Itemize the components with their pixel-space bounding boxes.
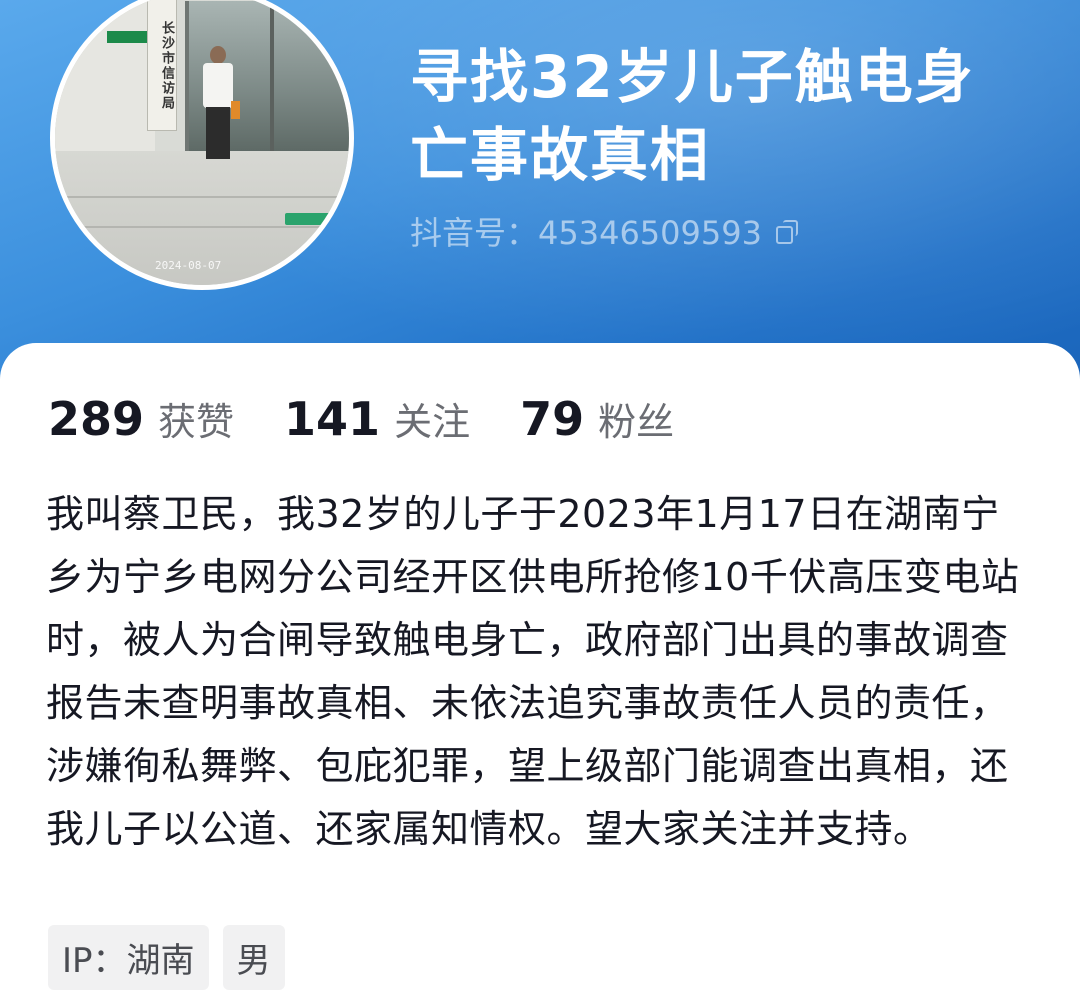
ip-location-tag: IP：湖南 (48, 925, 209, 990)
avatar-photo-sign: 长沙市信访局 (147, 0, 177, 131)
avatar-photo-badge (285, 213, 331, 225)
stat-following-label: 关注 (394, 400, 471, 444)
copy-icon[interactable] (775, 220, 798, 244)
profile-info-card: 289 获赞 141 关注 79 粉丝 我叫蔡卫民，我32岁的儿子于2023年1… (0, 343, 1080, 1007)
stat-following[interactable]: 141 关注 (284, 391, 470, 446)
avatar-photo-left-wall (55, 0, 155, 161)
stat-likes[interactable]: 289 获赞 (48, 391, 234, 446)
profile-tags: IP：湖南 男 (48, 925, 285, 990)
stat-followers[interactable]: 79 粉丝 (520, 391, 674, 446)
douyin-id: 抖音号：45346509593 (410, 208, 798, 254)
avatar-photo-step (55, 196, 349, 198)
avatar-photo-bag (231, 101, 240, 119)
avatar-photo-step (55, 226, 349, 228)
gender-tag: 男 (222, 925, 285, 990)
stat-following-value: 141 (284, 392, 381, 446)
profile-name: 寻找32岁儿子触电身 亡事故真相 (410, 38, 1050, 194)
avatar-photo-person-head (210, 46, 226, 64)
profile-name-line2: 亡事故真相 (410, 121, 711, 189)
stat-likes-value: 289 (48, 392, 145, 446)
profile-name-line1: 寻找32岁儿子触电身 (410, 43, 975, 111)
stat-likes-label: 获赞 (158, 400, 235, 444)
avatar[interactable]: 长沙市信访局 2024-08-07 (50, 0, 354, 290)
avatar-date-stamp: 2024-08-07 (155, 259, 222, 272)
avatar-photo-person-legs (206, 107, 230, 159)
profile-stats: 289 获赞 141 关注 79 粉丝 (48, 391, 724, 446)
stat-followers-label: 粉丝 (598, 400, 675, 444)
avatar-photo-door-frame (270, 1, 274, 151)
stat-followers-value: 79 (520, 392, 585, 446)
avatar-photo-person-body (203, 63, 233, 108)
profile-bio: 我叫蔡卫民，我32岁的儿子于2023年1月17日在湖南宁乡为宁乡电网分公司经开区… (46, 492, 1020, 851)
douyin-id-text: 抖音号：45346509593 (410, 214, 762, 252)
